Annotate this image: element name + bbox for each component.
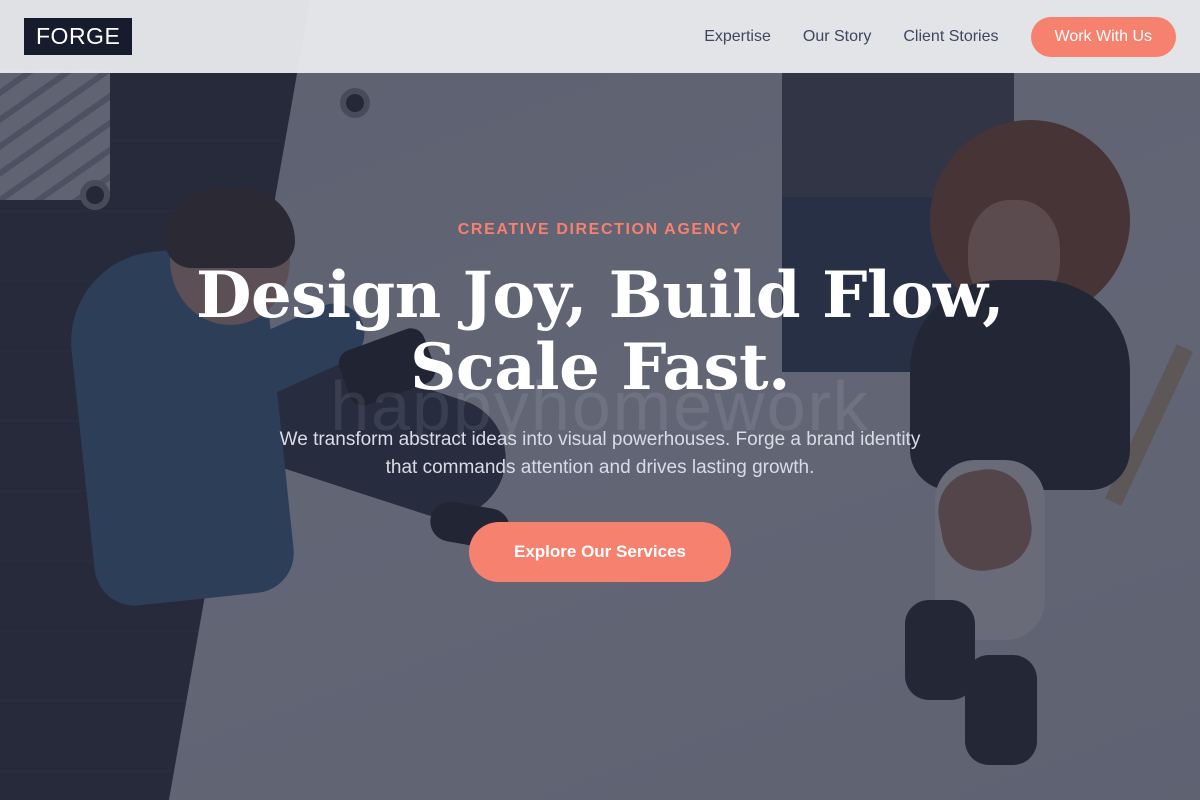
main-nav: Expertise Our Story Client Stories Work … [704, 16, 1176, 57]
site-header: FORGE Expertise Our Story Client Stories… [0, 0, 1200, 73]
nav-link-our-story[interactable]: Our Story [803, 28, 871, 46]
hero-eyebrow: CREATIVE DIRECTION AGENCY [457, 221, 743, 238]
hero-content: happyhomework CREATIVE DIRECTION AGENCY … [0, 0, 1200, 800]
explore-services-button[interactable]: Explore Our Services [469, 522, 731, 582]
headline-line-2: Scale Fast. [410, 330, 790, 405]
work-with-us-button[interactable]: Work With Us [1030, 16, 1176, 57]
headline-line-1: Design Joy, Build Flow, [195, 258, 1005, 333]
hero-subtitle: We transform abstract ideas into visual … [279, 429, 921, 478]
brand-logo[interactable]: FORGE [24, 18, 133, 55]
nav-link-client-stories[interactable]: Client Stories [903, 28, 998, 46]
hero-headline: Design Joy, Build Flow, Scale Fast. [0, 260, 1200, 404]
nav-link-expertise[interactable]: Expertise [704, 28, 771, 46]
